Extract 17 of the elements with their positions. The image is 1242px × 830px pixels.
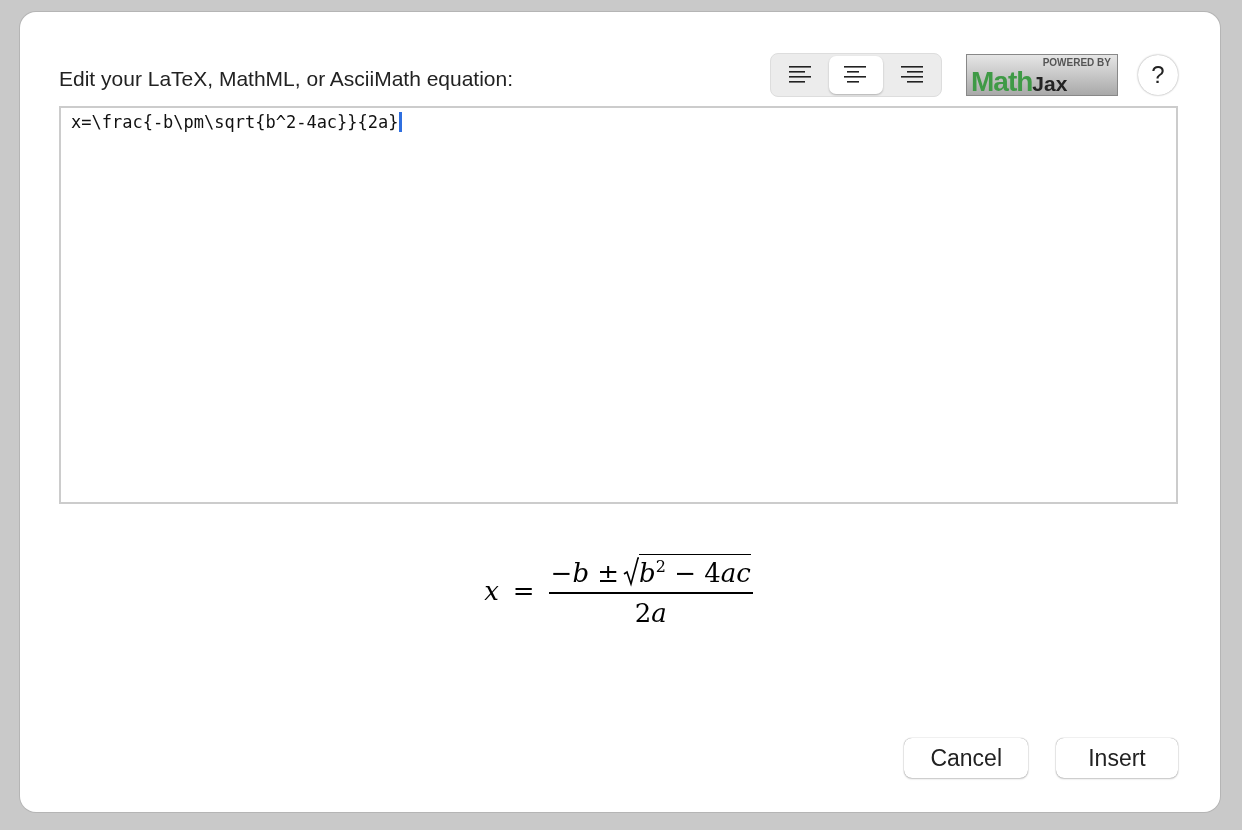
equation-field[interactable]: x=\frac{-b\pm\sqrt{b^2-4ac}}{2a} — [59, 106, 1178, 504]
dialog-button[interactable]: Insert — [1056, 738, 1178, 778]
numerator-text: −b ± — [550, 558, 620, 588]
equation-relation: = — [512, 576, 535, 606]
align-right-icon — [899, 66, 925, 84]
mathjax-logo[interactable]: POWERED BY MathJax — [966, 54, 1118, 96]
dialog-button[interactable]: Cancel — [904, 738, 1028, 778]
equation-lhs: x — [484, 576, 499, 606]
align-left-icon — [787, 66, 813, 84]
prompt-label: Edit your LaTeX, MathML, or AsciiMath equation: — [59, 66, 515, 91]
align-center-button[interactable] — [829, 56, 883, 94]
denominator-text: 2a — [634, 598, 667, 628]
radicand-text: b$^{2}$ − 4ac — [639, 554, 751, 588]
text-cursor — [398, 112, 402, 132]
align-center-icon — [843, 66, 869, 84]
help-button[interactable]: ? — [1138, 55, 1178, 95]
square-root-icon — [623, 557, 640, 587]
